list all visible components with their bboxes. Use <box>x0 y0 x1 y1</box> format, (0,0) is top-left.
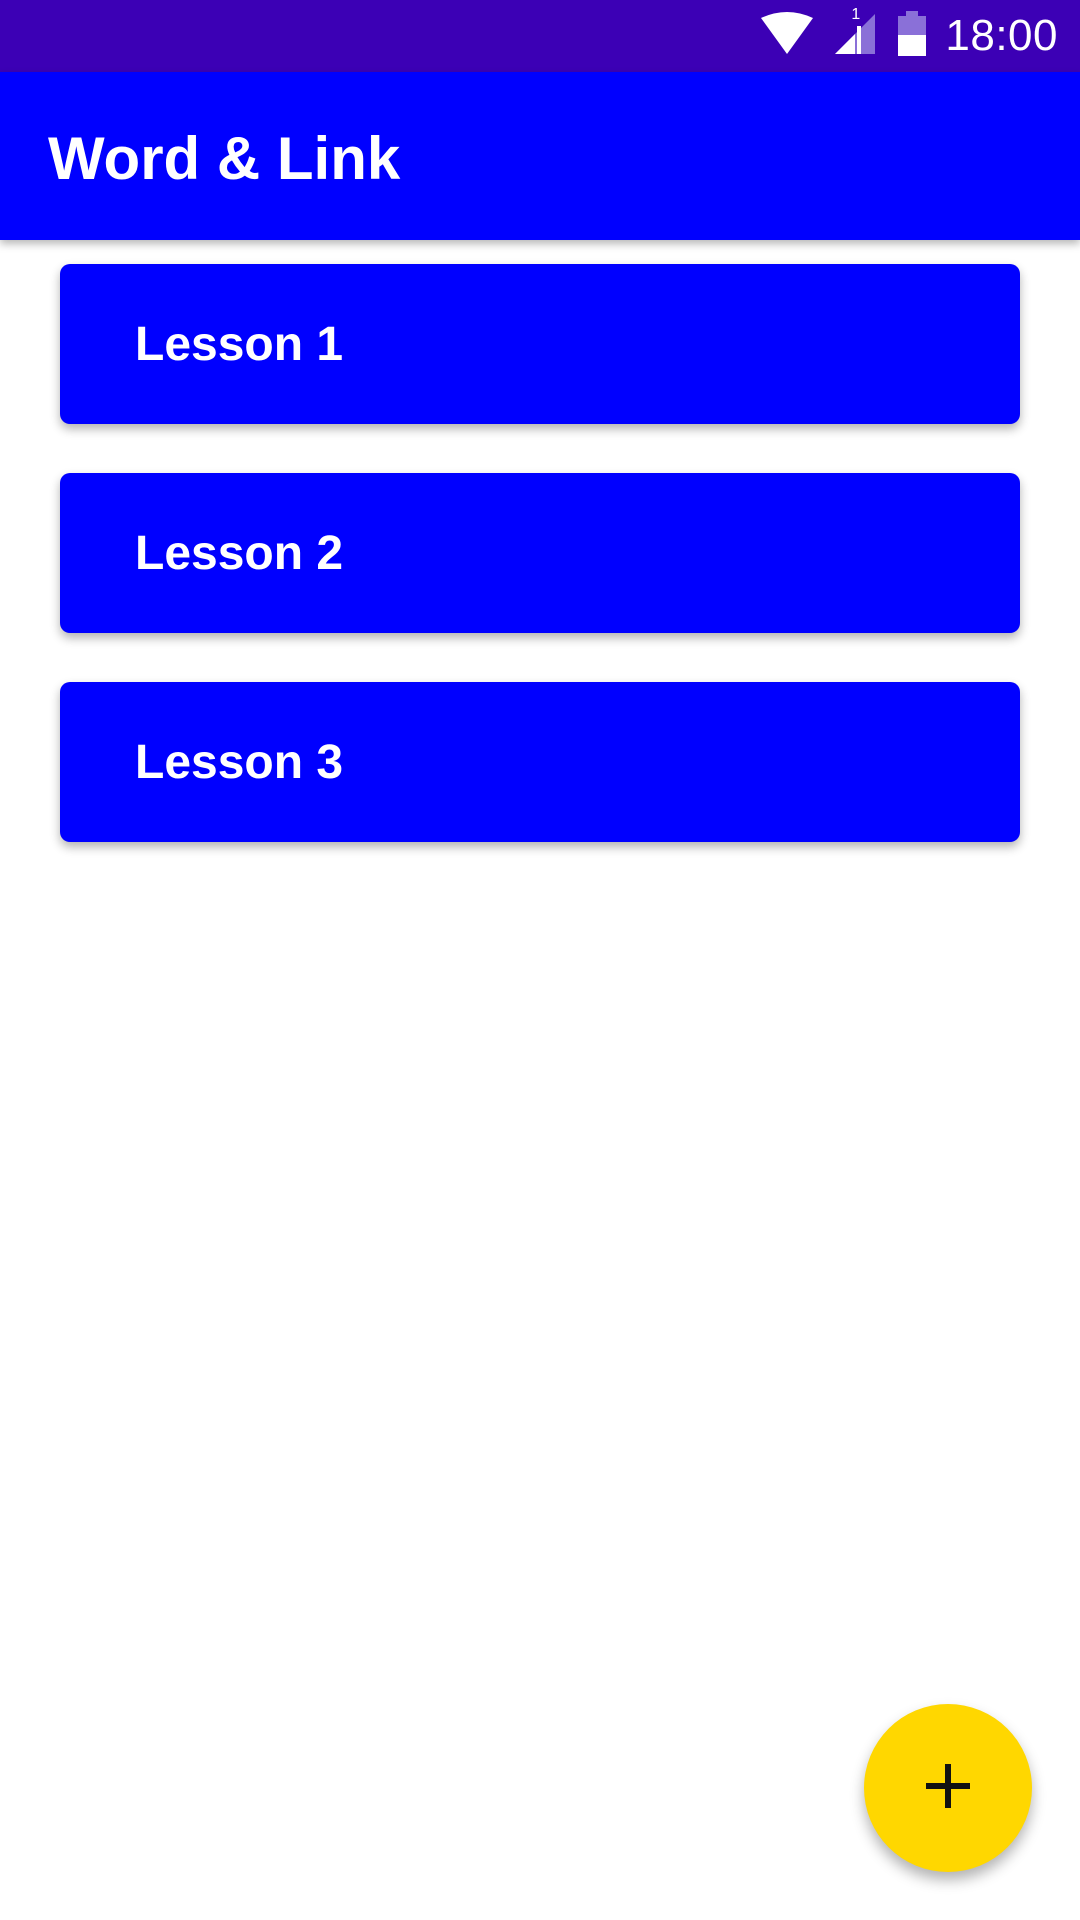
lesson-label: Lesson 3 <box>135 736 344 789</box>
status-time: 18:00 <box>945 11 1058 60</box>
battery-icon <box>897 10 927 62</box>
plus-icon <box>924 1762 972 1815</box>
lesson-card-3[interactable]: Lesson 3 <box>60 682 1020 842</box>
lesson-card-2[interactable]: Lesson 2 <box>60 473 1020 633</box>
add-lesson-button[interactable] <box>864 1704 1032 1872</box>
lesson-card-1[interactable]: Lesson 1 <box>60 264 1020 424</box>
lesson-label: Lesson 2 <box>135 527 344 580</box>
wifi-icon <box>759 11 815 61</box>
lesson-list: Lesson 1 Lesson 2 Lesson 3 <box>60 264 1020 891</box>
status-bar: 1 18:00 <box>0 0 1080 72</box>
sim-slot-label: 1 <box>851 5 861 23</box>
app-bar: Word & Link <box>0 72 1080 240</box>
status-icons: 1 18:00 <box>759 0 1058 72</box>
app-title: Word & Link <box>48 125 401 192</box>
lesson-label: Lesson 1 <box>135 318 344 371</box>
cell-signal-icon: 1 <box>833 6 879 61</box>
